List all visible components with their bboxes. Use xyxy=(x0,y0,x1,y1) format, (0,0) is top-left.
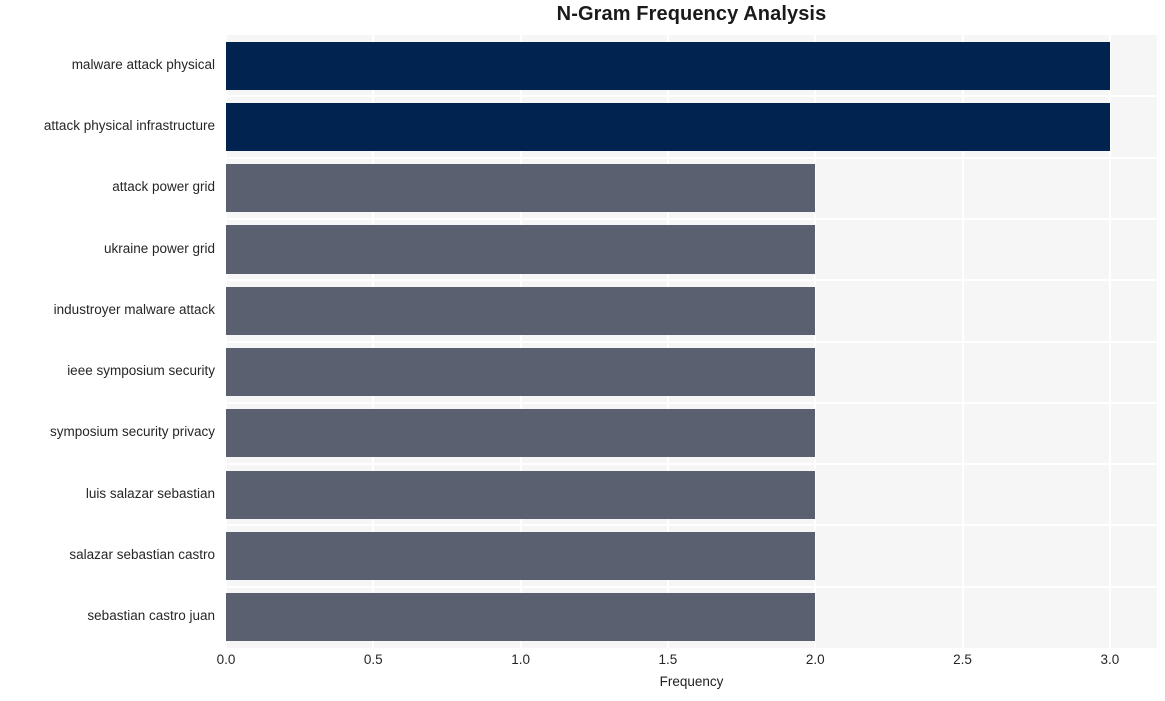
y-gridline xyxy=(226,279,1157,282)
x-axis-tick-label: 3.0 xyxy=(1100,652,1120,667)
bar xyxy=(226,348,816,397)
y-axis-tick-label: salazar sebastian castro xyxy=(69,547,215,563)
bar xyxy=(226,470,816,519)
plot-area xyxy=(226,35,1157,648)
bar xyxy=(226,41,1110,90)
y-axis-tick-label: symposium security privacy xyxy=(49,424,215,440)
chart-figure: N-Gram Frequency Analysis malware attack… xyxy=(0,0,1165,701)
x-axis-tick-label: 2.5 xyxy=(953,652,972,667)
x-axis-tick-labels: 0.0 0.5 1.0 1.5 2.0 2.5 3.0 xyxy=(0,652,1165,674)
y-gridline xyxy=(226,217,1157,220)
y-axis-tick-label: sebastian castro juan xyxy=(87,608,215,624)
chart-title: N-Gram Frequency Analysis xyxy=(556,3,827,25)
x-axis-tick-label: 1.0 xyxy=(511,652,530,667)
x-axis-tick-label: 0.0 xyxy=(216,652,236,667)
y-axis-tick-label: attack power grid xyxy=(112,179,215,195)
y-axis-tick-label: ukraine power grid xyxy=(103,240,215,256)
x-axis-tick-label: 2.0 xyxy=(805,652,825,667)
bar xyxy=(226,102,1110,151)
bar xyxy=(226,225,816,274)
x-axis-tick-label: 0.5 xyxy=(363,652,383,667)
x-axis-tick-label: 1.5 xyxy=(658,652,678,667)
bar xyxy=(226,409,816,458)
y-axis-tick-label: luis salazar sebastian xyxy=(85,485,215,501)
y-gridline xyxy=(226,463,1157,466)
y-gridline xyxy=(226,95,1157,98)
y-gridline xyxy=(226,585,1157,588)
y-axis-tick-labels: malware attack physical attack physical i… xyxy=(0,35,215,648)
y-gridline xyxy=(226,156,1157,159)
y-axis-tick-label: attack physical infrastructure xyxy=(43,117,215,133)
bar xyxy=(226,286,816,335)
bar xyxy=(226,164,816,213)
y-gridline xyxy=(226,524,1157,527)
bar xyxy=(226,593,816,642)
y-axis-tick-label: malware attack physical xyxy=(71,56,215,72)
x-axis-title: Frequency xyxy=(659,674,724,689)
y-axis-tick-label: ieee symposium security xyxy=(67,363,215,379)
y-gridline xyxy=(226,340,1157,343)
y-axis-tick-label: industroyer malware attack xyxy=(53,301,215,317)
y-gridline xyxy=(226,401,1157,404)
bar xyxy=(226,531,816,581)
